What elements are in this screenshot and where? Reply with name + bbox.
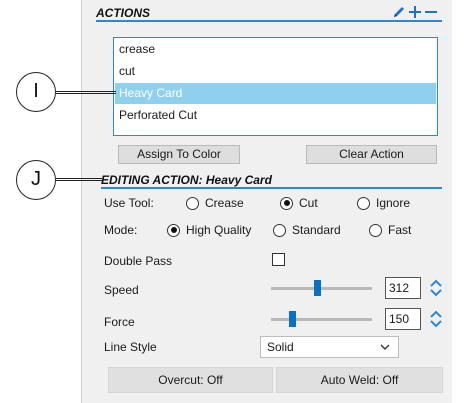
actions-title: ACTIONS [96, 6, 150, 20]
editing-title: EDITING ACTION: Heavy Card [101, 173, 272, 187]
chevron-down-icon [380, 337, 390, 364]
radio-mode-high-quality[interactable]: High Quality [167, 223, 251, 237]
force-slider-thumb[interactable] [289, 311, 296, 327]
mode-label: Mode: [104, 223, 138, 237]
speed-label: Speed [104, 283, 139, 297]
actions-listbox[interactable]: crease cut Heavy Card Perforated Cut [113, 37, 438, 136]
double-pass-label: Double Pass [104, 254, 173, 268]
radio-circle [369, 223, 382, 237]
list-item-perforated-cut[interactable]: Perforated Cut [115, 105, 436, 126]
actions-toolbar [392, 4, 438, 20]
editing-header: EDITING ACTION: Heavy Card [101, 171, 442, 189]
radio-tool-ignore[interactable]: Ignore [357, 196, 410, 210]
radio-circle-selected [280, 196, 293, 210]
radio-mode-fast[interactable]: Fast [369, 223, 411, 237]
radio-circle [273, 223, 286, 237]
radio-tool-cut[interactable]: Cut [280, 196, 318, 210]
force-slider-track[interactable] [271, 318, 372, 321]
list-item-crease[interactable]: crease [115, 39, 436, 60]
pencil-icon[interactable] [392, 5, 406, 19]
plus-icon[interactable] [408, 5, 422, 19]
force-input[interactable]: 150 [385, 308, 421, 330]
radio-tool-crease[interactable]: Crease [186, 196, 244, 210]
assign-to-color-button[interactable]: Assign To Color [118, 145, 240, 164]
speed-slider-track[interactable] [271, 287, 372, 290]
speed-stepper-icon[interactable] [430, 278, 442, 298]
callout-i: I [16, 72, 56, 112]
speed-input[interactable]: 312 [385, 277, 421, 299]
speed-slider-thumb[interactable] [314, 280, 321, 296]
radio-circle [186, 196, 199, 210]
list-item-heavy-card[interactable]: Heavy Card [115, 83, 436, 104]
overcut-button[interactable]: Overcut: Off [108, 367, 273, 393]
minus-icon[interactable] [424, 5, 438, 19]
force-stepper-icon[interactable] [430, 309, 442, 329]
line-style-label: Line Style [104, 340, 157, 354]
radio-label: Standard [292, 223, 341, 237]
radio-label: Ignore [376, 196, 411, 210]
line-style-value: Solid [267, 340, 294, 354]
radio-circle [357, 196, 370, 210]
list-item-cut[interactable]: cut [115, 61, 436, 82]
radio-label: High Quality [186, 223, 252, 237]
actions-divider [96, 20, 442, 22]
auto-weld-button[interactable]: Auto Weld: Off [276, 367, 443, 393]
editing-divider [101, 187, 442, 189]
callout-j: J [16, 160, 56, 200]
radio-label: Fast [388, 223, 412, 237]
actions-header: ACTIONS [96, 4, 442, 22]
radio-label: Cut [299, 196, 318, 210]
line-style-select[interactable]: Solid [260, 336, 399, 358]
double-pass-checkbox[interactable] [272, 253, 285, 266]
use-tool-label: Use Tool: [104, 196, 154, 210]
clear-action-button[interactable]: Clear Action [306, 145, 437, 164]
radio-circle-selected [167, 223, 180, 237]
callout-i-leader [56, 91, 116, 94]
radio-mode-standard[interactable]: Standard [273, 223, 341, 237]
force-label: Force [104, 315, 135, 329]
radio-label: Crease [205, 196, 244, 210]
callout-j-leader [56, 178, 102, 181]
